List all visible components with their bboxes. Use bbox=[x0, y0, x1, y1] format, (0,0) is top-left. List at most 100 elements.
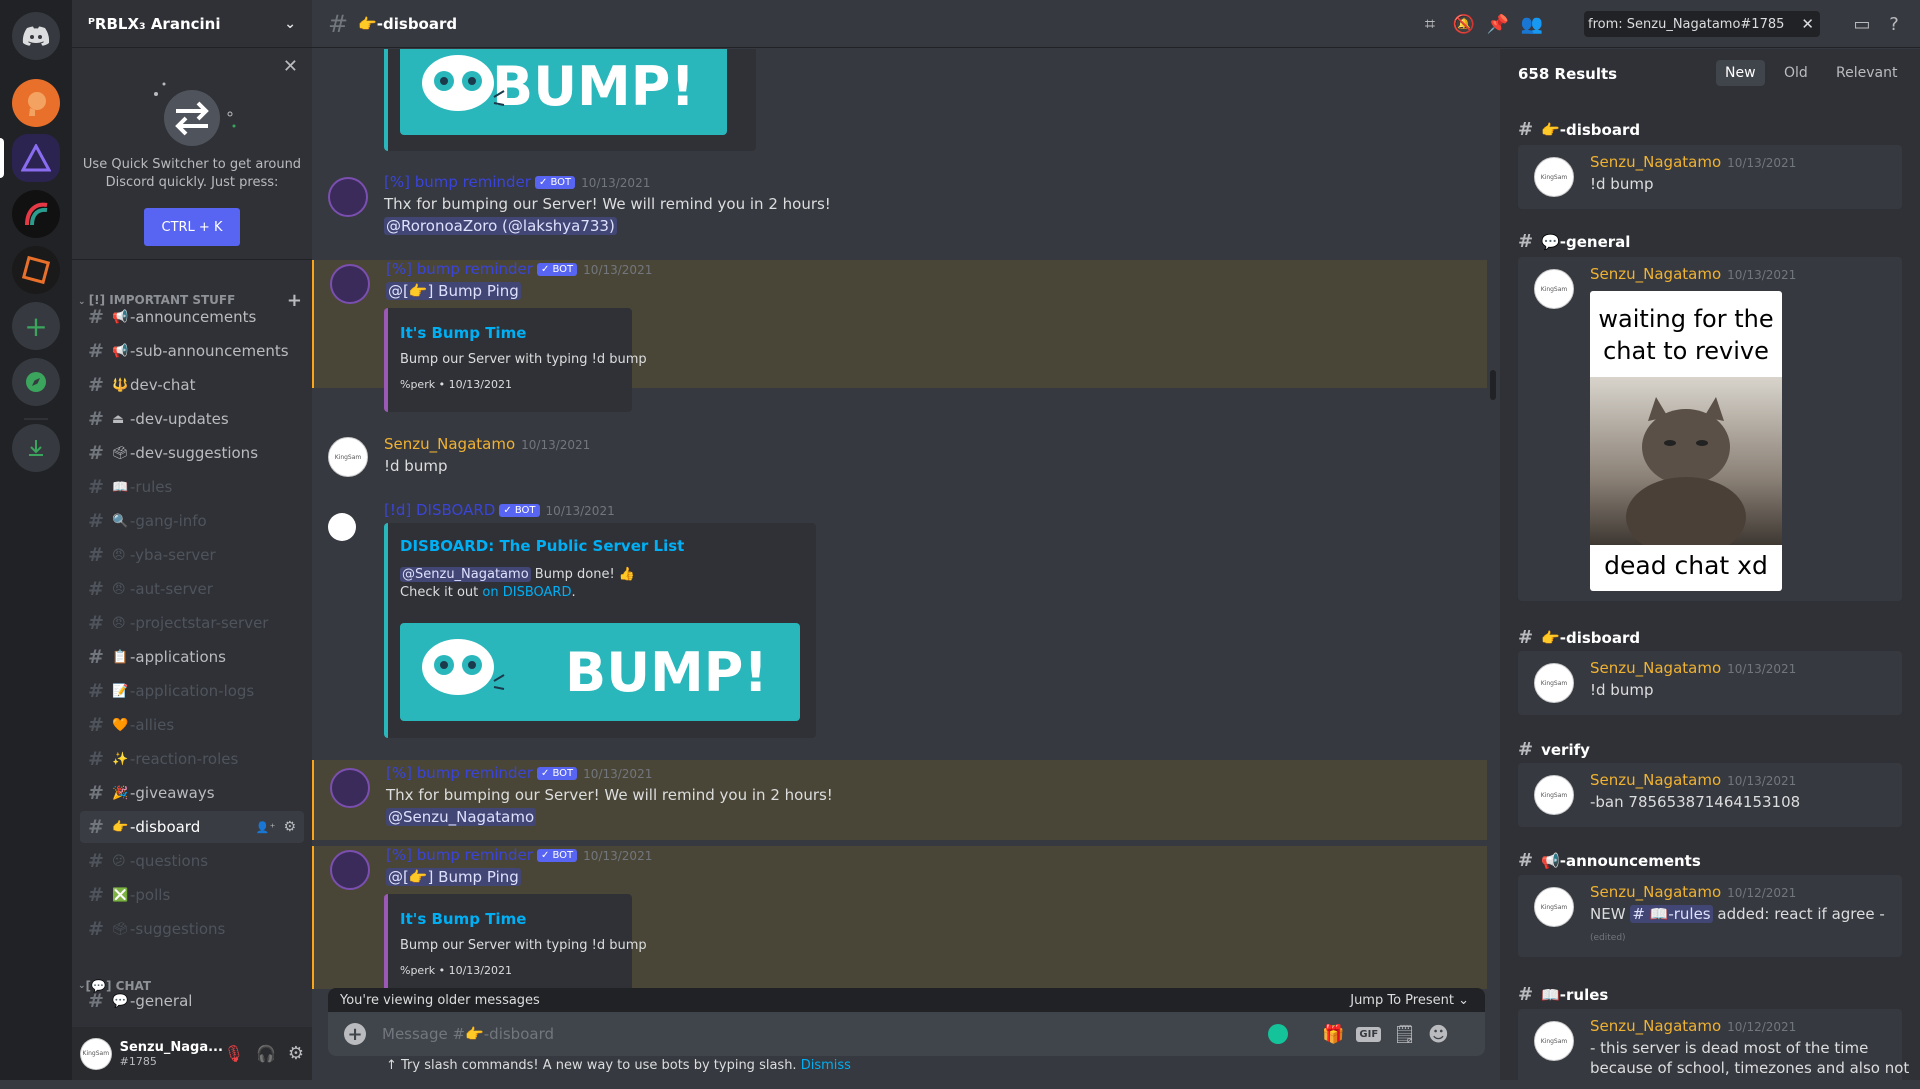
author-name[interactable]: Senzu_Nagatamo bbox=[384, 435, 515, 453]
sort-old-tab[interactable]: Old bbox=[1784, 65, 1808, 81]
scrollbar-track[interactable] bbox=[1488, 49, 1498, 984]
user-avatar[interactable]: KingSam bbox=[1534, 775, 1574, 815]
server-icon-brain[interactable] bbox=[12, 79, 60, 127]
channel-item[interactable]: # 📋 -applications bbox=[80, 641, 304, 673]
channel-item[interactable]: # 🎉 -giveaways bbox=[80, 777, 304, 809]
threads-icon[interactable]: ⌗ bbox=[1418, 12, 1442, 36]
disboard-avatar[interactable] bbox=[328, 513, 356, 541]
message-input[interactable]: Message #👉-disboard bbox=[382, 1025, 1262, 1043]
channel-item[interactable]: # 😠 -yba-server bbox=[80, 539, 304, 571]
quick-switcher-button[interactable]: CTRL + K bbox=[144, 208, 240, 246]
result-channel-header[interactable]: # verify bbox=[1518, 739, 1590, 760]
channel-mention[interactable]: # 📖-rules bbox=[1630, 905, 1713, 923]
disboard-link[interactable]: on DISBOARD bbox=[482, 585, 571, 600]
help-icon[interactable]: ? bbox=[1882, 12, 1906, 36]
channel-item[interactable]: # ✨ -reaction-roles bbox=[80, 743, 304, 775]
author-name[interactable]: [!d] DISBOARD bbox=[384, 501, 495, 519]
server-icon-arancini[interactable] bbox=[12, 134, 60, 182]
user-mention[interactable]: @Senzu_Nagatamo bbox=[400, 567, 531, 582]
embed-title[interactable]: DISBOARD: The Public Server List bbox=[400, 537, 684, 555]
search-result[interactable]: KingSam Senzu_Nagatamo 10/13/2021 waiting… bbox=[1518, 257, 1902, 601]
user-avatar[interactable]: KingSam bbox=[1534, 269, 1574, 309]
dismiss-link[interactable]: Dismiss bbox=[801, 1058, 851, 1073]
search-result[interactable]: KingSam Senzu_Nagatamo 10/12/2021 NEW # 📖… bbox=[1518, 875, 1902, 957]
inbox-icon[interactable]: ▭ bbox=[1850, 12, 1874, 36]
headphones-icon[interactable]: 🎧 bbox=[256, 1044, 276, 1063]
bot-avatar[interactable] bbox=[330, 850, 370, 890]
scrollbar-thumb[interactable] bbox=[1490, 370, 1496, 400]
author-name[interactable]: Senzu_Nagatamo bbox=[1590, 265, 1721, 283]
search-result[interactable]: KingSam Senzu_Nagatamo 10/12/2021 - this … bbox=[1518, 1009, 1909, 1089]
explore-servers-icon[interactable] bbox=[12, 358, 60, 406]
bump-image[interactable]: BUMP! bbox=[400, 49, 727, 135]
member-list-icon[interactable]: 👥 bbox=[1520, 12, 1544, 36]
result-channel-header[interactable]: # 💬-general bbox=[1518, 231, 1630, 252]
server-header[interactable]: ᴾRBLX₃ Arancini ⌄ bbox=[72, 0, 312, 48]
chevron-down-icon[interactable]: ⌄ bbox=[284, 16, 296, 32]
channel-item[interactable]: # 😕 -questions bbox=[80, 845, 304, 877]
channel-item[interactable]: # ⏏ -dev-updates bbox=[80, 403, 304, 435]
author-name[interactable]: Senzu_Nagatamo bbox=[1590, 771, 1721, 789]
add-attachment-icon[interactable]: + bbox=[344, 1023, 366, 1045]
channel-item[interactable]: # 👉 -disboard 👤⁺ ⚙ bbox=[80, 811, 304, 843]
download-apps-icon[interactable] bbox=[12, 424, 60, 472]
search-result[interactable]: KingSam Senzu_Nagatamo 10/13/2021 !d bump bbox=[1518, 651, 1902, 715]
channel-item[interactable]: # 🔍 -gang-info bbox=[80, 505, 304, 537]
search-result[interactable]: KingSam Senzu_Nagatamo 10/13/2021 -ban 78… bbox=[1518, 763, 1902, 827]
channel-item[interactable]: # 🗳 -dev-suggestions bbox=[80, 437, 304, 469]
user-avatar[interactable]: KingSam bbox=[1534, 1021, 1574, 1061]
channel-item[interactable]: # 🔱 dev-chat bbox=[80, 369, 304, 401]
bot-avatar[interactable] bbox=[330, 768, 370, 808]
bump-image[interactable]: BUMP! bbox=[400, 623, 800, 721]
author-name[interactable]: [%] bump reminder bbox=[386, 846, 533, 864]
channel-item[interactable]: # 📢 -announcements bbox=[80, 301, 304, 333]
bot-avatar[interactable] bbox=[330, 264, 370, 304]
author-name[interactable]: Senzu_Nagatamo bbox=[1590, 883, 1721, 901]
invite-icon[interactable]: 👤⁺ bbox=[256, 821, 276, 834]
clear-search-icon[interactable]: ✕ bbox=[1801, 15, 1814, 33]
author-name[interactable]: Senzu_Nagatamo bbox=[1590, 1017, 1721, 1035]
gift-icon[interactable]: 🎁 bbox=[1322, 1024, 1344, 1045]
user-avatar[interactable]: KingSam bbox=[1534, 663, 1574, 703]
user-avatar[interactable]: KingSam bbox=[1534, 887, 1574, 927]
user-avatar[interactable]: KingSam bbox=[1534, 157, 1574, 197]
mute-mic-icon[interactable]: 🎙 bbox=[224, 1044, 244, 1063]
gif-icon[interactable]: GIF bbox=[1356, 1026, 1382, 1042]
bot-avatar[interactable] bbox=[328, 177, 368, 217]
sort-relevant-tab[interactable]: Relevant bbox=[1836, 65, 1897, 81]
add-server-icon[interactable]: + bbox=[12, 302, 60, 350]
pinned-messages-icon[interactable]: 📌 bbox=[1486, 12, 1510, 36]
author-name[interactable]: Senzu_Nagatamo bbox=[1590, 659, 1721, 677]
sticker-icon[interactable]: 🗒 bbox=[1393, 1024, 1416, 1045]
role-mention[interactable]: @[👉] Bump Ping bbox=[386, 282, 521, 300]
jump-to-present-button[interactable]: Jump To Present ⌄ bbox=[1350, 993, 1469, 1008]
close-icon[interactable]: ✕ bbox=[283, 56, 298, 77]
result-channel-header[interactable]: # 👉-disboard bbox=[1518, 627, 1640, 648]
channel-item[interactable]: # 🗳 -suggestions bbox=[80, 913, 304, 945]
category-chat[interactable]: ⌄ [💬] CHAT bbox=[72, 974, 312, 998]
search-result[interactable]: KingSam Senzu_Nagatamo 10/13/2021 !d bump bbox=[1518, 145, 1902, 209]
discord-home-icon[interactable] bbox=[12, 12, 60, 60]
settings-gear-icon[interactable]: ⚙ bbox=[288, 1043, 304, 1064]
server-icon-rainbow[interactable] bbox=[12, 190, 60, 238]
result-channel-header[interactable]: # 📢-announcements bbox=[1518, 850, 1701, 871]
user-mention[interactable]: @RoronoaZoro (@lakshya733) bbox=[384, 217, 617, 235]
result-channel-header[interactable]: # 📖-rules bbox=[1518, 984, 1608, 1005]
notification-muted-icon[interactable]: 🔕 bbox=[1452, 12, 1476, 36]
channel-item[interactable]: # 📝 -application-logs bbox=[80, 675, 304, 707]
user-avatar[interactable]: KingSam bbox=[80, 1037, 112, 1070]
channel-item[interactable]: # 🧡 -allies bbox=[80, 709, 304, 741]
server-icon-orange[interactable] bbox=[12, 246, 60, 294]
user-mention[interactable]: @Senzu_Nagatamo bbox=[386, 808, 537, 826]
result-channel-header[interactable]: # 👉-disboard bbox=[1518, 119, 1640, 140]
channel-item[interactable]: # 📢 -sub-announcements bbox=[80, 335, 304, 367]
channel-item[interactable]: # ❎ -polls bbox=[80, 879, 304, 911]
search-input[interactable]: from: Senzu_Nagatamo#1785 ✕ bbox=[1584, 11, 1820, 37]
emoji-icon[interactable]: ☻ bbox=[1428, 1022, 1449, 1046]
channel-item[interactable]: # 😠 -aut-server bbox=[80, 573, 304, 605]
author-name[interactable]: [%] bump reminder bbox=[384, 173, 531, 191]
role-mention[interactable]: @[👉] Bump Ping bbox=[386, 868, 521, 886]
sort-new-tab[interactable]: New bbox=[1716, 60, 1765, 86]
author-name[interactable]: [%] bump reminder bbox=[386, 764, 533, 782]
channel-item[interactable]: # 😠 -projectstar-server bbox=[80, 607, 304, 639]
